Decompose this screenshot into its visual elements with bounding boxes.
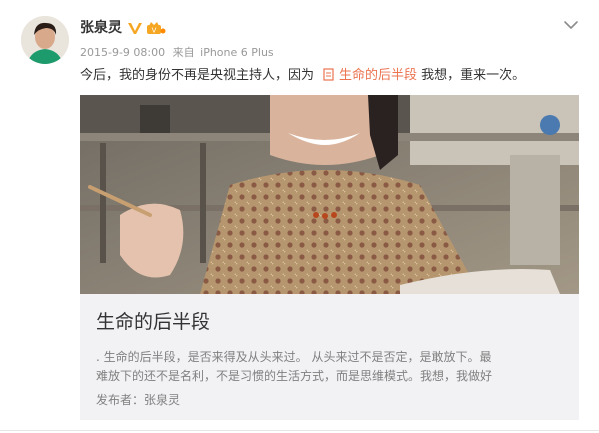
card-description-line: . 生命的后半段，是否来得及从头来过。 从头来过不是否定，是敢放下。最 xyxy=(96,350,492,364)
card-description: . 生命的后半段，是否来得及从头来过。 从头来过不是否定，是敢放下。最 难放下的… xyxy=(96,348,572,386)
from-label: 来自 xyxy=(172,46,195,59)
author-name[interactable]: 张泉灵 xyxy=(80,19,122,37)
verified-v-icon xyxy=(127,20,143,36)
avatar[interactable] xyxy=(21,16,69,64)
device-source[interactable]: iPhone 6 Plus xyxy=(200,46,274,59)
post-meta: 2015-9-9 08:00 来自 iPhone 6 Plus xyxy=(80,46,276,60)
card-description-line: 难放下的还不是名利，不是习惯的生活方式，而是思维模式。我想，我做好 xyxy=(96,369,493,383)
article-cover-image[interactable] xyxy=(80,95,579,294)
member-crown-icon[interactable]: V xyxy=(146,20,166,36)
card-title[interactable]: 生命的后半段 xyxy=(96,310,210,334)
chevron-down-icon[interactable] xyxy=(563,16,579,29)
article-card[interactable]: 生命的后半段 . 生命的后半段，是否来得及从头来过。 从头来过不是否定，是敢放下… xyxy=(80,95,579,420)
svg-text:V: V xyxy=(152,27,157,35)
card-publisher: 发布者：张泉灵 xyxy=(96,393,181,407)
divider xyxy=(0,430,599,431)
post-text-after: 我想，重来一次。 xyxy=(417,68,526,83)
document-icon xyxy=(323,68,334,81)
post-timestamp[interactable]: 2015-9-9 08:00 xyxy=(80,46,165,59)
article-link[interactable]: 生命的后半段 xyxy=(339,68,417,83)
author-row: 张泉灵 V xyxy=(80,19,166,37)
post-text: 今后，我的身份不再是央视主持人，因为 生命的后半段 我想，重来一次。 xyxy=(80,67,525,85)
post-text-before: 今后，我的身份不再是央视主持人，因为 xyxy=(80,68,315,83)
